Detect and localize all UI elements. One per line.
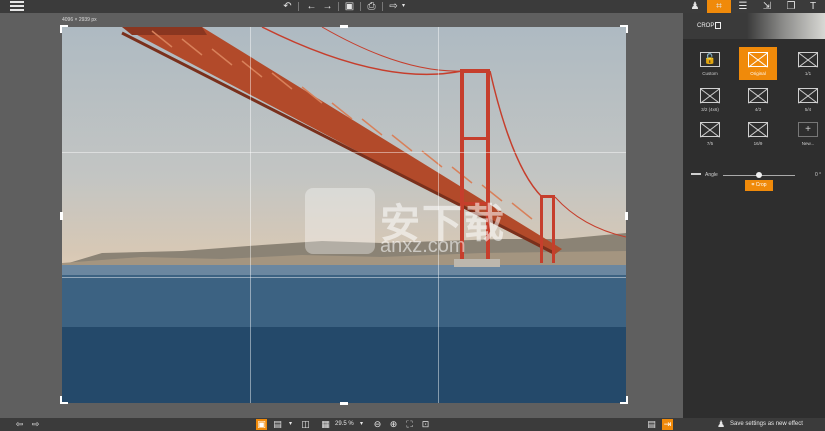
preset-label: 7/5 (706, 141, 714, 146)
aspect-ratio-icon (748, 88, 768, 103)
save-effect-icon: ♟ (717, 419, 726, 429)
preset-label: 3/2 (4x6) (701, 107, 719, 112)
lock-icon: 🔓 (700, 52, 720, 67)
watermark-subtext: anxz.com (380, 235, 466, 257)
actual-size-icon[interactable]: ⊡ (420, 419, 431, 430)
crop-preset-1-1[interactable]: 1/1 (789, 47, 825, 80)
crop-button[interactable]: ⌗ Crop (745, 180, 773, 191)
layers-tab-icon[interactable]: ❐ (779, 0, 803, 13)
zoom-mode-icon[interactable]: ▦ (320, 419, 331, 430)
edit-icon (715, 22, 721, 29)
panel-toggle-icon[interactable]: ▤ (646, 419, 657, 430)
effects-tab-icon[interactable]: ♟ (683, 0, 707, 13)
aspect-ratio-icon (748, 52, 768, 67)
zoom-value[interactable]: 29.5 % (335, 421, 354, 427)
toolbar-divider (382, 2, 383, 11)
crop-preset-new[interactable]: + New... (789, 117, 825, 150)
panel-title: CROP (697, 23, 715, 29)
toolbar-divider (338, 2, 339, 11)
toolbar-divider (298, 2, 299, 11)
panel-header: CROP (683, 13, 825, 39)
previous-image-icon[interactable]: ⇦ (14, 419, 25, 430)
angle-value: 0 ° (815, 172, 822, 178)
exit-icon[interactable]: ⇥ (662, 419, 673, 430)
text-tab-icon[interactable]: T (801, 0, 825, 13)
aspect-ratio-icon (798, 88, 818, 103)
crop-side-handle[interactable] (60, 212, 63, 220)
single-view-icon[interactable]: ▣ (256, 419, 267, 430)
aspect-ratio-icon (798, 52, 818, 67)
aspect-ratio-icon (700, 122, 720, 137)
preset-label: 5/4 (804, 107, 812, 112)
save-settings-as-effect-link[interactable]: Save settings as new effect (730, 421, 803, 427)
preset-label: Custom (702, 71, 718, 76)
image-canvas: 4096 × 2939 px 安下载 anxz.com (0, 13, 683, 418)
crop-corner-handle[interactable] (60, 396, 62, 404)
forward-icon[interactable]: → (322, 1, 333, 12)
export-tab-icon[interactable]: ⇲ (755, 0, 779, 13)
crop-side-handle[interactable] (625, 212, 628, 220)
angle-icon (691, 173, 701, 178)
crop-preset-7-5[interactable]: 7/5 (691, 117, 729, 150)
crop-corner-handle[interactable] (60, 25, 62, 33)
aspect-ratio-icon (748, 122, 768, 137)
preset-label: 4/3 (754, 107, 762, 112)
zoom-out-icon[interactable]: ⊖ (372, 419, 383, 430)
crop-corner-handle[interactable] (626, 25, 628, 33)
crop-preset-5-4[interactable]: 5/4 (789, 83, 825, 116)
preset-label: 16/9 (753, 141, 763, 146)
image-dimensions: 4096 × 2939 px (62, 17, 97, 23)
crop-grid-line (62, 152, 626, 153)
compare-view-icon[interactable]: ▤ (272, 419, 283, 430)
print-icon[interactable]: ⎙ (366, 1, 377, 12)
preset-label: 1/1 (804, 71, 812, 76)
adjust-tab-icon[interactable]: ☰ (731, 0, 755, 13)
crop-button-label: Crop (755, 182, 767, 188)
preset-label: Original (750, 71, 766, 76)
crop-grid-line (62, 277, 626, 278)
aspect-ratio-icon (700, 88, 720, 103)
preset-label: New... (801, 141, 815, 146)
angle-slider-knob[interactable] (756, 172, 762, 178)
split-view-icon[interactable]: ◫ (300, 419, 311, 430)
next-image-icon[interactable]: ⇨ (30, 419, 41, 430)
crop-grid-line (250, 27, 251, 403)
crop-preset-16-9[interactable]: 16/9 (739, 117, 777, 150)
fit-to-screen-icon[interactable]: ⛶ (404, 419, 415, 430)
crop-side-handle[interactable] (340, 25, 348, 28)
watermark-logo (305, 188, 375, 254)
toolbar-divider (360, 2, 361, 11)
back-icon[interactable]: ← (306, 1, 317, 12)
share-dropdown-icon[interactable]: ▾ (398, 1, 409, 12)
crop-preset-original[interactable]: Original (739, 47, 777, 80)
view-dropdown-icon[interactable]: ▾ (285, 419, 296, 430)
angle-label: Angle (705, 172, 718, 178)
crop-side-handle[interactable] (340, 402, 348, 405)
save-icon[interactable]: ▣ (344, 1, 355, 12)
crop-preset-4-3[interactable]: 4/3 (739, 83, 777, 116)
zoom-dropdown-icon[interactable]: ▾ (356, 419, 367, 430)
zoom-in-icon[interactable]: ⊕ (388, 419, 399, 430)
crop-preset-custom[interactable]: 🔓 Custom (691, 47, 729, 80)
crop-panel: CROP 🔓 Custom Original 1/1 3/2 (4x6) 4/3 5/4 7/… (683, 13, 825, 418)
plus-icon: + (798, 122, 818, 137)
crop-tab-icon[interactable]: ⌗ (707, 0, 731, 13)
undo-icon[interactable]: ↶ (282, 1, 293, 12)
bottom-toolbar: ⇦ ⇨ ▣ ▤ ▾ ◫ ▦ 29.5 % ▾ ⊖ ⊕ ⛶ ⊡ ▤ ⇥ ♟ Sav… (0, 418, 825, 431)
panel-tabs: ♟ ⌗ ☰ ⇲ ❐ T (683, 0, 825, 13)
crop-corner-handle[interactable] (626, 396, 628, 404)
crop-preset-3-2-4x6[interactable]: 3/2 (4x6) (691, 83, 729, 116)
menu-icon[interactable] (10, 1, 24, 12)
